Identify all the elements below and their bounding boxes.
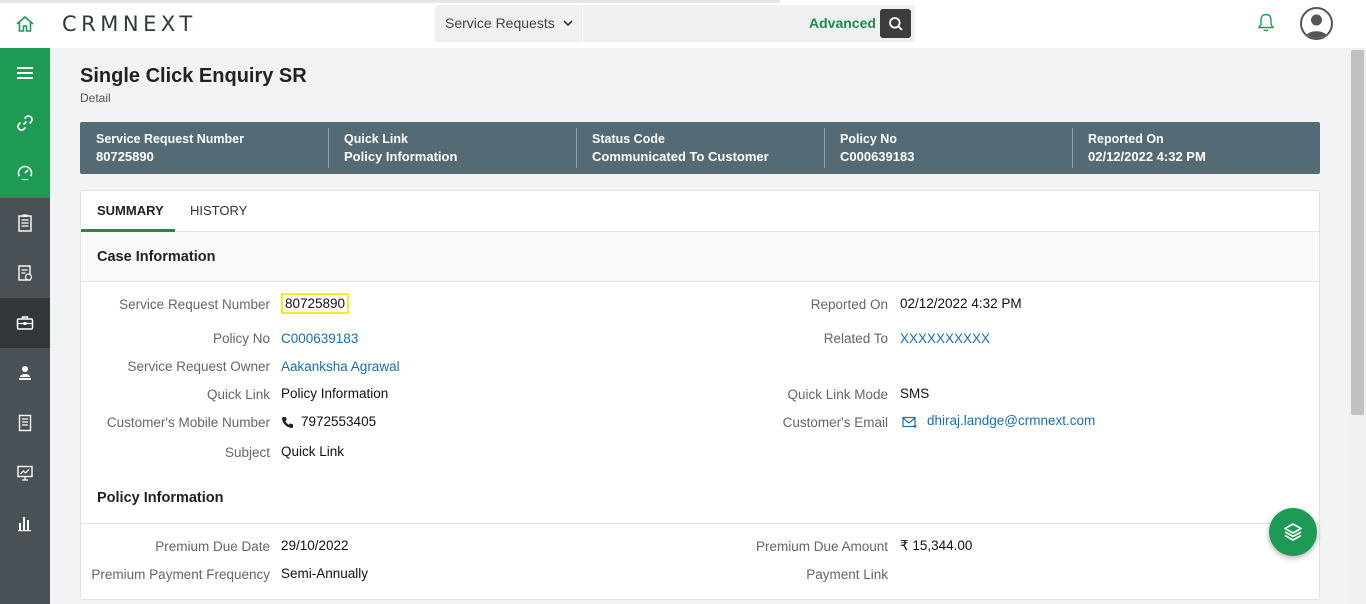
sidebar-item-dashboard[interactable] — [0, 148, 50, 198]
field-label: Subject — [224, 445, 270, 460]
field-value-sr-number: 80725890 — [281, 293, 350, 314]
info-value: 80725890 — [96, 149, 154, 164]
app-logo[interactable]: CRMNEXT — [62, 12, 197, 36]
info-label: Quick Link — [344, 132, 408, 146]
field-label: Premium Due Amount — [755, 539, 888, 554]
field-value: Policy Information — [281, 386, 389, 401]
search-divider — [582, 5, 583, 42]
search-button[interactable] — [880, 9, 911, 38]
dashboard-icon — [17, 165, 33, 181]
tab-history[interactable]: HISTORY — [190, 203, 247, 218]
field-label: Customer's Email — [782, 415, 888, 430]
section-title: Policy Information — [97, 490, 224, 506]
document-icon — [18, 414, 32, 432]
user-avatar[interactable] — [1300, 7, 1333, 40]
scrollbar-thumb[interactable] — [1351, 50, 1364, 415]
tab-bar: SUMMARY HISTORY — [81, 191, 1319, 232]
mobile-number[interactable]: 7972553405 — [301, 414, 376, 429]
info-value: Communicated To Customer — [592, 149, 769, 164]
sidebar-item-presentations[interactable] — [0, 448, 50, 498]
field-label: Customer's Mobile Number — [106, 415, 270, 430]
presentation-icon — [17, 465, 33, 481]
top-bar: CRMNEXT Service Requests Advanced — [0, 0, 1366, 48]
field-label: Premium Payment Frequency — [91, 567, 270, 582]
info-value: 02/12/2022 4:32 PM — [1088, 149, 1206, 164]
page-subtitle: Detail — [80, 91, 111, 105]
report-icon — [18, 265, 33, 281]
bell-icon[interactable] — [1256, 12, 1276, 34]
search-icon — [888, 16, 903, 31]
info-policy-no: Policy No C000639183 — [824, 122, 1072, 174]
field-label: Payment Link — [806, 567, 888, 582]
field-value: SMS — [900, 386, 930, 401]
page-title: Single Click Enquiry SR — [80, 65, 307, 87]
phone-icon[interactable] — [281, 416, 294, 429]
sidebar — [0, 48, 50, 604]
field-value: Quick Link — [281, 444, 345, 459]
agent-icon — [19, 366, 31, 380]
detail-card: SUMMARY HISTORY Case Information Service… — [80, 190, 1320, 600]
field-label: Quick Link Mode — [787, 387, 888, 402]
field-value: 02/12/2022 4:32 PM — [900, 296, 1022, 311]
chevron-down-icon[interactable] — [562, 16, 574, 30]
field-label: Related To — [823, 331, 888, 346]
customer-email-link[interactable]: dhiraj.landge@crmnext.com — [927, 413, 1095, 428]
field-label: Premium Due Date — [155, 539, 270, 554]
home-icon — [16, 15, 34, 32]
sidebar-item-reports[interactable] — [0, 248, 50, 298]
layers-icon — [1284, 523, 1302, 541]
info-value: C000639183 — [840, 149, 915, 164]
advanced-search-link[interactable]: Advanced — [809, 15, 876, 31]
list-icon — [18, 214, 32, 232]
global-search: Service Requests Advanced — [435, 5, 915, 42]
quick-actions-button[interactable] — [1269, 508, 1317, 556]
section-title: Case Information — [97, 249, 216, 265]
info-label: Policy No — [840, 132, 897, 146]
field-value: Semi-Annually — [281, 566, 369, 581]
info-status-code: Status Code Communicated To Customer — [576, 122, 824, 174]
briefcase-icon — [16, 316, 34, 330]
info-reported-on: Reported On 02/12/2022 4:32 PM — [1072, 122, 1320, 174]
menu-icon — [17, 67, 33, 79]
sidebar-item-links[interactable] — [0, 98, 50, 148]
info-label: Reported On — [1088, 132, 1164, 146]
sidebar-item-documents[interactable] — [0, 398, 50, 448]
user-avatar-icon — [1305, 14, 1328, 38]
top-strip — [0, 0, 780, 3]
field-value: ₹ 15,344.00 — [900, 538, 973, 553]
field-label: Policy No — [212, 331, 270, 346]
policy-no-link[interactable]: C000639183 — [281, 331, 358, 346]
tab-summary[interactable]: SUMMARY — [97, 203, 164, 218]
sidebar-item-analytics[interactable] — [0, 498, 50, 548]
sidebar-item-list[interactable] — [0, 198, 50, 248]
field-label: Service Request Owner — [127, 359, 270, 374]
owner-link[interactable]: Aakanksha Agrawal — [281, 359, 400, 374]
home-button[interactable] — [0, 0, 50, 48]
sr-info-bar: Service Request Number 80725890 Quick Li… — [80, 122, 1320, 174]
field-label: Service Request Number — [119, 297, 270, 312]
bar-chart-icon — [18, 517, 31, 532]
info-quick-link: Quick Link Policy Information — [328, 122, 576, 174]
search-input[interactable] — [587, 11, 797, 36]
highlighted-sr-number: 80725890 — [281, 293, 350, 314]
field-label: Reported On — [810, 297, 888, 312]
field-label: Quick Link — [206, 387, 270, 402]
case-information-header[interactable]: Case Information — [81, 232, 1319, 282]
sidebar-menu-button[interactable] — [0, 48, 50, 98]
info-label: Service Request Number — [96, 132, 244, 146]
link-icon — [17, 115, 33, 131]
sidebar-item-service-requests[interactable] — [0, 298, 50, 348]
field-value: 29/10/2022 — [281, 538, 349, 553]
search-module-select[interactable]: Service Requests — [445, 15, 555, 31]
info-label: Status Code — [592, 132, 665, 146]
policy-information-header[interactable]: Policy Information — [81, 474, 1319, 524]
info-value: Policy Information — [344, 149, 458, 164]
info-service-request-number: Service Request Number 80725890 — [80, 122, 328, 174]
email-icon[interactable] — [902, 416, 917, 429]
sidebar-item-agents[interactable] — [0, 348, 50, 398]
related-to-link[interactable]: XXXXXXXXXX — [900, 331, 990, 346]
